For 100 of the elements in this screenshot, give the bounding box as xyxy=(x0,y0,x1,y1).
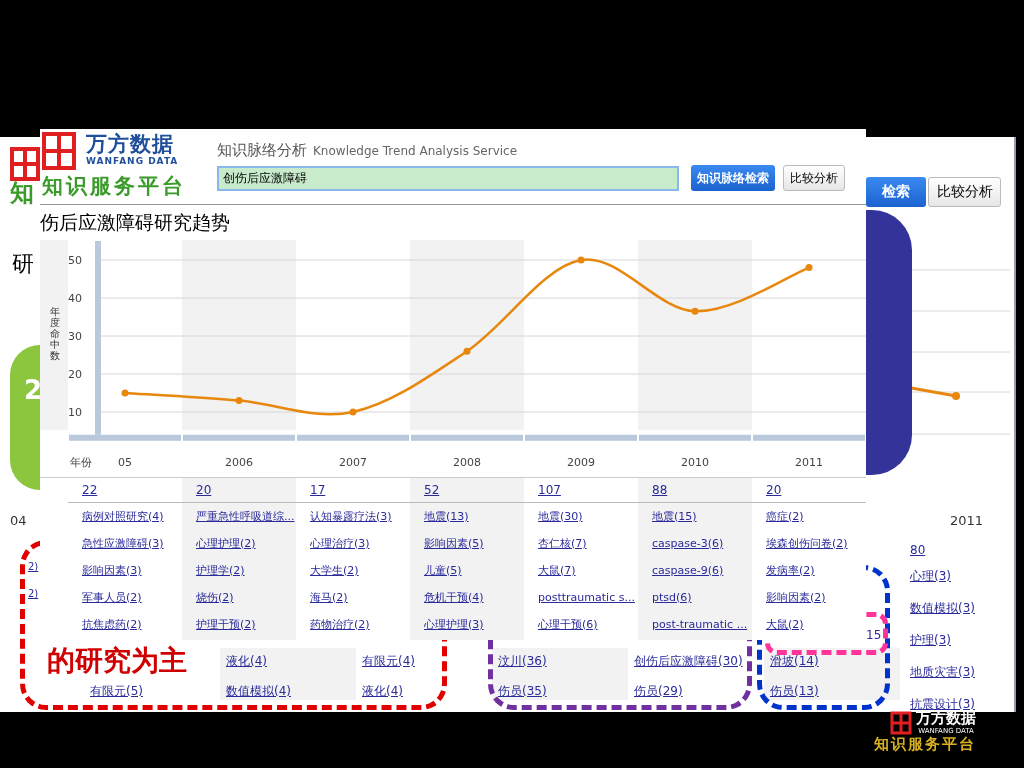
axis-tick-label: 10 xyxy=(68,405,82,419)
page-title: 研 xyxy=(12,250,34,278)
keyword-link[interactable]: 认知暴露疗法(3) xyxy=(296,502,410,530)
keyword-link[interactable]: 心理干预(6) xyxy=(524,610,638,638)
keyword-link[interactable]: 抗震设计(3) xyxy=(910,696,975,713)
search-button[interactable]: 知识脉络检索 xyxy=(691,165,775,191)
service-subtitle: Knowledge Trend Analysis Service xyxy=(313,144,518,158)
logo-icon xyxy=(10,147,40,181)
keyword-link[interactable]: 有限元(5) xyxy=(90,683,214,700)
keyword-link[interactable]: post-traumatic ... xyxy=(638,610,752,638)
keyword-link[interactable]: 严重急性呼吸道综... xyxy=(182,502,296,530)
keyword-link[interactable]: 滑坡(14) xyxy=(770,653,894,670)
axis-title: 年份 xyxy=(70,455,92,469)
keyword-link[interactable]: 影响因素(2) xyxy=(752,583,866,611)
data-point xyxy=(691,307,699,315)
keyword-link[interactable]: 抗焦虑药(2) xyxy=(68,610,182,638)
keyword-link[interactable]: 大鼠(2) xyxy=(752,610,866,638)
data-point xyxy=(463,347,471,355)
data-point xyxy=(121,389,129,397)
axis-tick-label: 05 xyxy=(118,455,132,469)
keyword-link[interactable]: 液化(4) xyxy=(362,683,486,700)
keyword-link[interactable]: 数值模拟(3) xyxy=(910,600,975,617)
count-link[interactable]: 52 xyxy=(410,477,524,503)
keyword-link[interactable]: 杏仁核(7) xyxy=(524,529,638,557)
compare-button[interactable]: 比较分析 xyxy=(783,165,845,191)
keyword-link[interactable]: 影响因素(3) xyxy=(68,556,182,584)
keyword-link[interactable]: caspase-9(6) xyxy=(638,556,752,584)
keyword-link[interactable]: 病例对照研究(4) xyxy=(68,502,182,530)
callout-number: 2 xyxy=(24,375,43,405)
keyword-link[interactable]: 心理护理(2) xyxy=(182,529,296,557)
count-fragment: 15 xyxy=(866,628,882,642)
keyword-link[interactable]: posttraumatic s... xyxy=(524,583,638,611)
service-title: 知识脉络分析 xyxy=(217,141,307,160)
year-label: 2011 xyxy=(950,513,984,528)
keyword-link[interactable]: 伤员(13) xyxy=(770,683,894,700)
keyword-link[interactable]: 烧伤(2) xyxy=(182,583,296,611)
keyword-link[interactable]: 地质灾害(3) xyxy=(910,664,975,681)
keyword-link[interactable]: 液化(4) xyxy=(226,653,350,670)
keyword-link[interactable]: 创伤后应激障碍(30) xyxy=(634,653,758,670)
keyword-link[interactable]: 心理(3) xyxy=(910,568,975,585)
search-button[interactable]: 检索 xyxy=(866,177,926,207)
keyword-link[interactable]: 伤员(29) xyxy=(634,683,758,700)
axis-tick-label: 50 xyxy=(68,253,82,267)
keyword-link[interactable]: 埃森创伤问卷(2) xyxy=(752,529,866,557)
keyword-link[interactable]: 急性应激障碍(3) xyxy=(68,529,182,557)
data-point xyxy=(805,263,813,271)
logo-subtitle: WANFANG DATA xyxy=(86,156,180,166)
axis-tick-label: 2006 xyxy=(225,455,253,469)
keyword-link[interactable]: 发病率(2) xyxy=(752,556,866,584)
count-link[interactable]: 20 xyxy=(752,477,866,503)
keyword-link[interactable]: 心理治疗(3) xyxy=(296,529,410,557)
keyword-link[interactable]: 地震(13) xyxy=(410,502,524,530)
logo-tagline: 知识服务平台 xyxy=(874,735,976,754)
logo-tagline: 知识服务平台 xyxy=(42,173,187,200)
data-point xyxy=(349,408,357,416)
compare-button[interactable]: 比较分析 xyxy=(928,177,1001,207)
keyword-link[interactable]: 伤员(35) xyxy=(498,683,622,700)
keyword-link[interactable]: 大学生(2) xyxy=(296,556,410,584)
year-label: 04 xyxy=(10,513,27,528)
keyword-link[interactable]: 心理护理(3) xyxy=(410,610,524,638)
axis-tick-label: 2007 xyxy=(339,455,367,469)
keyword-link[interactable]: 2) xyxy=(28,588,39,599)
keyword-link[interactable]: 有限元(4) xyxy=(362,653,486,670)
count-link[interactable]: 88 xyxy=(638,477,752,503)
keyword-link[interactable]: 护理干预(2) xyxy=(182,610,296,638)
keyword-link[interactable]: 军事人员(2) xyxy=(68,583,182,611)
keyword-link[interactable]: ptsd(6) xyxy=(638,583,752,611)
count-link[interactable]: 20 xyxy=(182,477,296,503)
keyword-link[interactable]: 地震(15) xyxy=(638,502,752,530)
keyword-link[interactable]: 2) xyxy=(28,561,39,572)
keyword-link[interactable]: 护理学(2) xyxy=(182,556,296,584)
logo-icon xyxy=(890,710,912,735)
keyword-link[interactable]: 汶川(36) xyxy=(498,653,622,670)
data-point xyxy=(235,396,243,404)
keyword-link[interactable]: 药物治疗(2) xyxy=(296,610,410,638)
logo-text: 万方数据 xyxy=(86,132,175,156)
keyword-link[interactable]: 影响因素(5) xyxy=(410,529,524,557)
keyword-link[interactable]: 癌症(2) xyxy=(752,502,866,530)
keyword-link[interactable]: caspase-3(6) xyxy=(638,529,752,557)
axis-tick-label: 2009 xyxy=(567,455,595,469)
axis-tick-label: 30 xyxy=(68,329,82,343)
axis-title: 年度命中数 xyxy=(50,305,60,361)
keyword-link[interactable]: 大鼠(7) xyxy=(524,556,638,584)
axis-tick-label: 2011 xyxy=(795,455,823,469)
keyword-link[interactable]: 儿童(5) xyxy=(410,556,524,584)
axis-tick-label: 40 xyxy=(68,291,82,305)
logo-text: 知 xyxy=(10,181,35,205)
axis-tick-label: 2010 xyxy=(681,455,709,469)
keyword-link[interactable]: 地震(30) xyxy=(524,502,638,530)
chart-title: 伤后应激障碍研究趋势 xyxy=(40,209,231,235)
search-field[interactable]: 创伤后应激障碍 xyxy=(217,165,679,191)
keyword-link[interactable]: 护理(3) xyxy=(910,632,975,649)
caption-text: 的研究为主 xyxy=(47,643,187,679)
count-link[interactable]: 80 xyxy=(910,543,926,557)
logo-icon xyxy=(42,132,76,170)
keyword-link[interactable]: 海马(2) xyxy=(296,583,410,611)
data-point xyxy=(577,256,585,264)
keyword-link[interactable]: 数值模拟(4) xyxy=(226,683,350,700)
axis-tick-label: 20 xyxy=(68,367,82,381)
keyword-link[interactable]: 危机干预(4) xyxy=(410,583,524,611)
